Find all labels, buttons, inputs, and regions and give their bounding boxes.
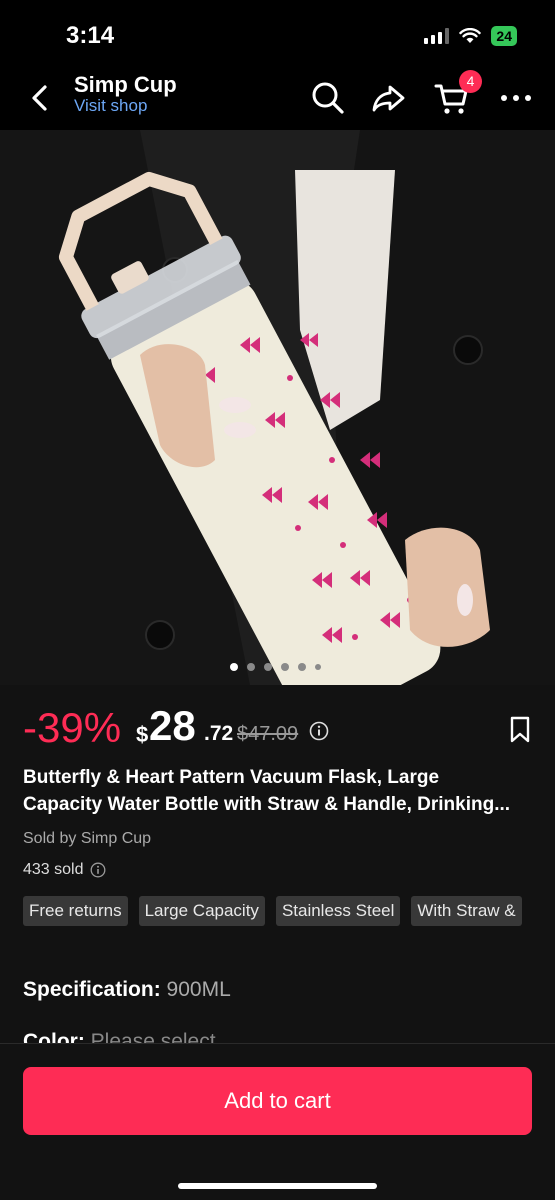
feature-tag: Free returns — [23, 896, 128, 926]
product-image-carousel[interactable] — [0, 130, 555, 685]
more-icon[interactable] — [498, 80, 534, 116]
shop-name[interactable]: Simp Cup — [74, 72, 177, 98]
signal-icon — [424, 28, 450, 44]
color-selector[interactable]: Color: Please select — [23, 1030, 216, 1044]
product-header: Simp Cup Visit shop 4 — [0, 62, 555, 130]
battery-indicator: 24 — [491, 26, 517, 46]
carousel-dot[interactable] — [281, 663, 289, 671]
wifi-icon — [459, 28, 482, 43]
price-fraction: .72 — [204, 722, 234, 745]
sold-by[interactable]: Sold by Simp Cup — [23, 830, 151, 848]
search-icon[interactable] — [310, 80, 346, 116]
feature-tag: Stainless Steel — [275, 896, 401, 926]
carousel-dot[interactable] — [298, 663, 306, 671]
bookmark-icon[interactable] — [508, 716, 532, 744]
status-bar: 3:14 24 — [0, 0, 555, 62]
share-icon[interactable] — [371, 80, 407, 116]
price-currency: $ — [136, 722, 149, 747]
carousel-dot[interactable] — [230, 663, 238, 671]
carousel-dot[interactable] — [264, 663, 272, 671]
back-icon[interactable] — [26, 82, 54, 114]
sold-count-row: 433 sold — [23, 861, 106, 879]
price-integer: 28 — [149, 702, 196, 749]
carousel-dot[interactable] — [247, 663, 255, 671]
feature-tag: With Straw & — [411, 896, 522, 926]
specification-selector[interactable]: Specification: 900ML — [23, 978, 231, 1002]
info-icon[interactable] — [90, 862, 106, 878]
carousel-dots — [230, 663, 321, 671]
feature-tags: Free returns Large Capacity Stainless St… — [23, 896, 555, 926]
status-time: 3:14 — [66, 22, 115, 49]
product-photo — [0, 130, 555, 685]
add-to-cart-button[interactable]: Add to cart — [23, 1067, 532, 1135]
info-icon[interactable] — [309, 721, 329, 741]
product-title-line: Butterfly & Heart Pattern Vacuum Flask, … — [23, 767, 440, 788]
discount-percent: -39% — [23, 704, 122, 751]
feature-tag: Large Capacity — [138, 896, 265, 926]
color-label: Color: — [23, 1030, 85, 1044]
status-indicators: 24 — [424, 26, 517, 46]
sold-count: 433 sold — [23, 861, 84, 878]
bottom-action-bar: Add to cart — [0, 1043, 555, 1200]
color-value: Please select — [90, 1030, 216, 1044]
price-row: -39% $ 28 .72 $47.09 — [23, 700, 532, 752]
home-indicator — [178, 1183, 377, 1189]
visit-shop-link[interactable]: Visit shop — [74, 96, 147, 116]
product-title[interactable]: Butterfly & Heart Pattern Vacuum Flask, … — [23, 764, 535, 818]
cart-count-badge: 4 — [459, 70, 482, 93]
specification-label: Specification: — [23, 978, 161, 1001]
original-price: $47.09 — [237, 723, 299, 745]
carousel-dot[interactable] — [315, 664, 321, 670]
specification-value: 900ML — [166, 978, 231, 1001]
product-title-line: Capacity Water Bottle with Straw & Handl… — [23, 794, 511, 815]
